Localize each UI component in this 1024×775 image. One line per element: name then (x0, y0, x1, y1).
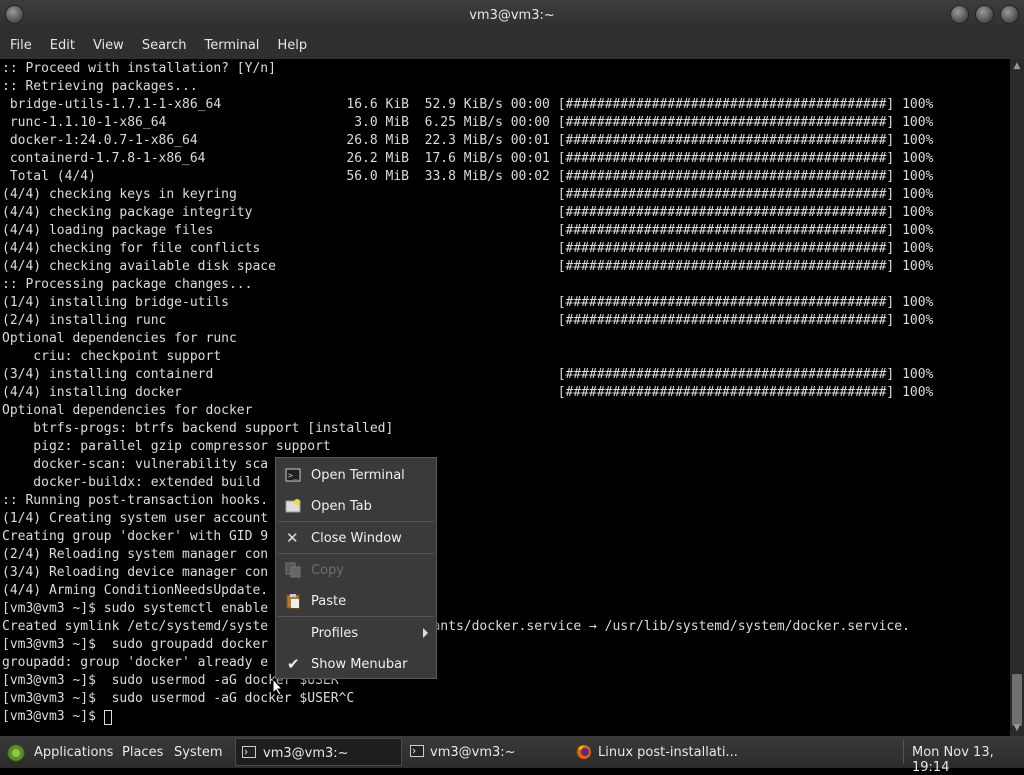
scrollbar-thumb[interactable] (1012, 674, 1022, 726)
terminal-line: Optional dependencies for runc (2, 331, 237, 346)
terminal-line: runc-1.1.10-1-x86_64 3.0 MiB 6.25 MiB/s … (2, 115, 934, 130)
menu-terminal[interactable]: Terminal (195, 38, 268, 53)
terminal-line: (4/4) checking for file conflicts [#####… (2, 241, 934, 256)
terminal-line: (2/4) Reloading system manager con (2, 547, 269, 562)
minimize-icon[interactable] (951, 6, 968, 23)
menu-places[interactable]: Places (122, 745, 163, 760)
menu-edit[interactable]: Edit (41, 38, 84, 53)
terminal-line: :: Retrieving packages... (2, 79, 198, 94)
terminal-line: Creating group 'docker' with GID 9 (2, 529, 269, 544)
menu-item-close-window[interactable]: ✕ Close Window (276, 524, 436, 552)
new-tab-icon (285, 499, 301, 513)
menu-item-open-tab[interactable]: Open Tab (276, 492, 436, 520)
terminal-line: (3/4) Reloading device manager con (2, 565, 269, 580)
terminal-line: Optional dependencies for docker (2, 403, 253, 418)
terminal-line: :: Processing package changes... (2, 277, 253, 292)
terminal-line: [vm3@vm3 ~]$ (2, 709, 104, 724)
menu-view[interactable]: View (84, 38, 133, 53)
copy-icon (285, 562, 301, 578)
scroll-up-icon[interactable]: ▲ (1010, 61, 1024, 71)
terminal-line: [vm3@vm3 ~]$ sudo systemctl enable (2, 601, 269, 616)
terminal-line: groupadd: group 'docker' already e (2, 655, 269, 670)
menu-applications[interactable]: Applications (34, 745, 113, 760)
scroll-down-icon[interactable]: ▼ (1010, 723, 1024, 733)
terminal-line: (1/4) installing bridge-utils [#########… (2, 295, 934, 310)
terminal-line: (4/4) checking available disk space [###… (2, 259, 934, 274)
terminal-line: (1/4) Creating system user account (2, 511, 269, 526)
terminal-line: (4/4) loading package files [###########… (2, 223, 934, 238)
terminal-line: (3/4) installing containerd [###########… (2, 367, 934, 382)
mouse-pointer-icon (272, 678, 284, 696)
context-menu: >_ Open Terminal Open Tab ✕ Close Window… (275, 457, 437, 679)
window-title: vm3@vm3:~ (469, 8, 555, 23)
terminal-icon (242, 746, 256, 758)
checkmark-icon: ✔ (287, 655, 300, 673)
taskbar-task-terminal-2[interactable]: vm3@vm3:~ (405, 738, 572, 766)
menu-file[interactable]: File (1, 38, 41, 53)
terminal-line: (4/4) checking keys in keyring [########… (2, 187, 934, 202)
terminal-line: docker-scan: vulnerability sca (2, 457, 269, 472)
close-icon: ✕ (286, 529, 299, 547)
window-titlebar[interactable]: vm3@vm3:~ (0, 0, 1024, 31)
paste-icon (286, 594, 300, 609)
terminal-line: :: Running post-transaction hooks. (2, 493, 269, 508)
taskbar: Applications Places System vm3@vm3:~ vm3… (0, 736, 1024, 775)
terminal-icon (410, 745, 424, 757)
taskbar-task-terminal-1[interactable]: vm3@vm3:~ (235, 738, 402, 766)
menu-item-show-menubar[interactable]: ✔ Show Menubar (276, 650, 436, 678)
svg-text:>_: >_ (288, 471, 298, 480)
terminal-line: (4/4) checking package integrity [######… (2, 205, 934, 220)
terminal-line: criu: checkpoint support (2, 349, 222, 364)
firefox-icon (577, 745, 591, 759)
terminal-line: btrfs-progs: btrfs backend support [inst… (2, 421, 394, 436)
menu-item-profiles[interactable]: Profiles (276, 619, 436, 647)
terminal-line: (4/4) Arming ConditionNeedsUpdate. (2, 583, 269, 598)
menu-item-copy: Copy (276, 556, 436, 584)
menu-separator (278, 553, 434, 554)
terminal-line: pigz: parallel gzip compressor support (2, 439, 331, 454)
terminal-line: [vm3@vm3 ~]$ sudo usermod -aG docker $US… (2, 691, 355, 706)
menu-separator (278, 521, 434, 522)
menubar: File Edit View Search Terminal Help (0, 31, 1024, 59)
terminal-line: bridge-utils-1.7.1-1-x86_64 16.6 KiB 52.… (2, 97, 934, 112)
terminal-line: docker-buildx: extended build (2, 475, 261, 490)
terminal-icon: >_ (285, 468, 301, 482)
terminal-scrollbar[interactable]: ▲ ▼ (1010, 59, 1024, 736)
terminal-line: Created symlink /etc/systemd/syste wants… (2, 619, 910, 634)
menu-help[interactable]: Help (268, 38, 316, 53)
terminal-line: [vm3@vm3 ~]$ sudo groupadd docker (2, 637, 269, 652)
close-window-icon[interactable] (1001, 6, 1018, 23)
text-cursor (103, 710, 112, 725)
taskbar-task-firefox[interactable]: Linux post-installati... (573, 738, 743, 766)
terminal-line: docker-1:24.0.7-1-x86_64 26.8 MiB 22.3 M… (2, 133, 934, 148)
terminal-line: containerd-1.7.8-1-x86_64 26.2 MiB 17.6 … (2, 151, 934, 166)
terminal-line: (2/4) installing runc [#################… (2, 313, 934, 328)
taskbar-separator (903, 740, 904, 764)
terminal-line: Total (4/4) 56.0 MiB 33.8 MiB/s 00:02 [#… (2, 169, 934, 184)
menu-item-open-terminal[interactable]: >_ Open Terminal (276, 461, 436, 489)
maximize-icon[interactable] (976, 6, 993, 23)
menu-search[interactable]: Search (133, 38, 196, 53)
applications-logo-icon[interactable] (7, 744, 25, 762)
terminal-line: (4/4) installing docker [###############… (2, 385, 934, 400)
terminal-line: :: Proceed with installation? [Y/n] (2, 61, 276, 76)
clock[interactable]: Mon Nov 13, 19:14 (912, 745, 1024, 775)
menu-system[interactable]: System (174, 745, 222, 760)
submenu-arrow-icon (423, 628, 428, 638)
menu-item-paste[interactable]: Paste (276, 587, 436, 615)
menu-separator (278, 616, 434, 617)
terminal-output[interactable]: :: Proceed with installation? [Y/n]:: Re… (0, 59, 1010, 736)
